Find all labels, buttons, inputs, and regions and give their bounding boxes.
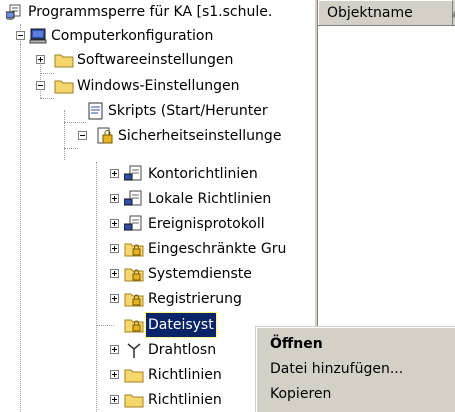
tree-item-softwareeinstellungen[interactable]: Softwareeinstellungen <box>0 48 314 72</box>
folder-icon <box>124 391 144 409</box>
policy-icon <box>123 165 144 183</box>
tree-line <box>64 148 78 149</box>
tree-item-registrierung[interactable]: Registrierung <box>0 287 314 311</box>
expand-toggle[interactable] <box>110 294 119 303</box>
tree-item-label: Computerkonfiguration <box>51 28 214 44</box>
expand-toggle[interactable] <box>110 169 119 178</box>
column-header-bar: Objektname ▲ <box>318 0 455 26</box>
tree-item-label: Registrierung <box>148 291 242 307</box>
locked-folder-icon <box>124 240 144 258</box>
policy-computer-icon <box>5 3 26 21</box>
expand-toggle[interactable] <box>110 244 119 253</box>
column-header-objektname[interactable]: Objektname ▲ <box>318 0 455 25</box>
policy-icon <box>123 215 144 233</box>
tree-item-eingeschraenkte-gruppen[interactable]: Eingeschränkte Gru <box>0 237 314 261</box>
expand-toggle[interactable] <box>36 55 45 64</box>
tree-item-lokale-richtlinien[interactable]: Lokale Richtlinien <box>0 187 314 211</box>
expand-toggle[interactable] <box>110 219 119 228</box>
tree-item-label: Sicherheitseinstellunge <box>118 128 282 144</box>
tree-item-label: Eingeschränkte Gru <box>148 241 287 257</box>
tree-item-label: Dateisyst <box>145 312 217 338</box>
tree-item-label: Drahtlosn <box>148 342 217 358</box>
expand-toggle[interactable] <box>110 194 119 203</box>
collapse-toggle[interactable] <box>78 131 87 140</box>
tree-item-sicherheitseinstellungen[interactable]: Sicherheitseinstellunge <box>0 124 314 148</box>
tree-item-computerkonfiguration[interactable]: Computerkonfiguration <box>0 24 314 48</box>
tree-item-label: Ereignisprotokoll <box>148 216 265 232</box>
tree-item-label: Programmsperre für KA [s1.schule. <box>28 4 273 20</box>
menu-item-datei-hinzufuegen[interactable]: Datei hinzufügen... <box>259 357 453 381</box>
collapse-toggle[interactable] <box>36 81 45 90</box>
tree-item-label: Lokale Richtlinien <box>148 191 272 207</box>
tree-item-label: Softwareeinstellungen <box>77 52 234 68</box>
expand-toggle[interactable] <box>110 269 119 278</box>
collapse-toggle[interactable] <box>16 31 25 40</box>
script-icon <box>86 102 106 120</box>
folder-icon <box>124 366 144 384</box>
menu-item-oeffnen[interactable]: Öffnen <box>259 332 453 356</box>
antenna-icon <box>124 341 144 359</box>
menu-item-kopieren[interactable]: Kopieren <box>259 382 453 406</box>
tree-item-label: Windows-Einstellungen <box>77 78 240 94</box>
context-menu: Öffnen Datei hinzufügen... Kopieren <box>255 326 455 412</box>
tree-item-root[interactable]: Programmsperre für KA [s1.schule. <box>0 0 314 24</box>
expand-toggle[interactable] <box>110 345 119 354</box>
expand-toggle[interactable] <box>110 370 119 379</box>
tree-item-skripts[interactable]: Skripts (Start/Herunter <box>0 99 314 123</box>
column-header-label: Objektname <box>327 5 413 21</box>
tree-item-label: Systemdienste <box>148 266 252 282</box>
expand-toggle[interactable] <box>110 395 119 404</box>
folder-icon <box>54 77 74 95</box>
sort-ascending-icon: ▲ <box>452 1 455 25</box>
locked-folder-icon <box>124 290 144 308</box>
tree-item-label: Skripts (Start/Herunter <box>108 103 268 119</box>
computer-icon <box>29 27 49 45</box>
folder-icon <box>54 51 74 69</box>
policy-icon <box>123 190 144 208</box>
tree-item-windows-einstellungen[interactable]: Windows-Einstellungen <box>0 74 314 98</box>
tree-item-label: Richtlinien <box>148 367 222 383</box>
tree-item-kontorichtlinien[interactable]: Kontorichtlinien <box>0 162 314 186</box>
tree-item-label: Kontorichtlinien <box>148 166 258 182</box>
tree-item-systemdienste[interactable]: Systemdienste <box>0 262 314 286</box>
locked-folder-icon <box>124 265 144 283</box>
security-icon <box>95 127 115 145</box>
tree-item-label: Richtlinien <box>148 392 222 408</box>
locked-folder-icon <box>124 316 144 334</box>
tree-item-ereignisprotokoll[interactable]: Ereignisprotokoll <box>0 212 314 236</box>
